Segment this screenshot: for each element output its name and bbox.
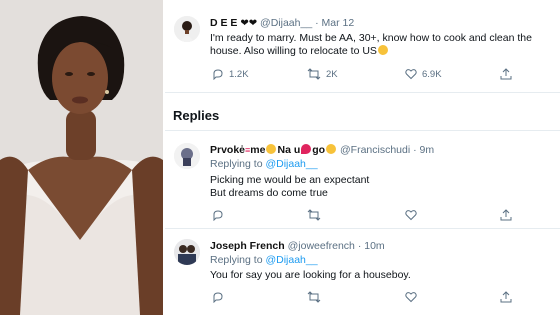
reply-tweet[interactable]: Joseph French @joweefrench · 10m Replyin…: [165, 229, 560, 315]
reply-count: 1.2K: [229, 68, 249, 80]
share-icon: [500, 291, 512, 303]
reply-button[interactable]: [212, 289, 224, 305]
separator-dot: ·: [315, 17, 319, 29]
tweet-header: D E E ❤❤ @Dijaah__ · Mar 12: [210, 17, 354, 29]
mention-link[interactable]: @Dijaah__: [265, 254, 317, 266]
reply-button[interactable]: 1.2K: [212, 66, 249, 82]
like-button[interactable]: 6.9K: [405, 66, 442, 82]
timestamp[interactable]: Mar 12: [322, 17, 355, 29]
like-count: 6.9K: [422, 68, 442, 80]
tweet-text-line: Picking me would be an expectant: [210, 174, 370, 186]
display-name[interactable]: Prvokė≡me Na u go: [210, 144, 337, 156]
reply-icon: [213, 292, 223, 303]
display-name-part: Na u: [277, 144, 301, 156]
avatar[interactable]: [174, 16, 200, 42]
handle[interactable]: @Francischudi: [340, 144, 410, 156]
timestamp[interactable]: 10m: [364, 240, 384, 252]
tweet-text: Picking me would be an expectant But dre…: [210, 174, 369, 200]
heart-icon: [405, 210, 417, 221]
like-button[interactable]: [405, 289, 417, 305]
avatar-image: [174, 143, 200, 169]
tweet-text-content: house. Also willing to relocate to US: [210, 45, 377, 57]
replying-to: Replying to @Dijaah__: [210, 254, 318, 266]
avatar-image: [174, 16, 200, 42]
retweet-button[interactable]: [307, 289, 321, 305]
profile-photo: [0, 0, 165, 315]
share-icon: [500, 68, 512, 80]
retweet-icon: [307, 291, 321, 303]
reply-icon: [213, 210, 223, 221]
display-name-part: Prvokė: [210, 144, 246, 156]
tweet-header: Prvokė≡me Na u go @Francischudi · 9m: [210, 144, 434, 156]
blood-drop-icon: [301, 144, 312, 154]
handle[interactable]: @Dijaah__: [260, 17, 312, 29]
separator-dot: ·: [413, 144, 417, 156]
handle[interactable]: @joweefrench: [288, 240, 355, 252]
replying-to-label: Replying to: [210, 254, 263, 266]
display-name-part: go: [312, 144, 326, 156]
tweet-actions: [210, 207, 540, 223]
like-button[interactable]: [405, 207, 417, 223]
tweet-text-line: But dreams do come true: [210, 187, 328, 199]
mention-link[interactable]: @Dijaah__: [265, 158, 317, 170]
woman-portrait-image: [0, 0, 163, 315]
black-heart-icon: ❤❤: [240, 18, 258, 29]
reply-button[interactable]: [212, 207, 224, 223]
tweet-text-line: house. Also willing to relocate to US: [210, 45, 532, 58]
replying-to: Replying to @Dijaah__: [210, 158, 318, 170]
avatar[interactable]: [174, 239, 200, 265]
tweet-text-line: You for say you are looking for a houseb…: [210, 269, 411, 281]
replying-to-label: Replying to: [210, 158, 263, 170]
main-tweet[interactable]: D E E ❤❤ @Dijaah__ · Mar 12 I'm ready to…: [165, 0, 560, 92]
tweet-text: I'm ready to marry. Must be AA, 30+, kno…: [210, 32, 532, 58]
share-button[interactable]: [500, 289, 512, 305]
retweet-count: 2K: [326, 68, 338, 80]
reply-icon: [213, 69, 223, 80]
heart-icon: [405, 69, 417, 80]
retweet-button[interactable]: [307, 207, 321, 223]
display-name[interactable]: Joseph French: [210, 240, 285, 252]
separator-dot: ·: [357, 240, 362, 252]
retweet-icon: [307, 209, 321, 221]
tweet-text-line: I'm ready to marry. Must be AA, 30+, kno…: [210, 32, 532, 44]
share-icon: [500, 209, 512, 221]
replies-heading: Replies: [173, 108, 220, 123]
grin-emoji-icon: [266, 144, 277, 154]
avatar[interactable]: [174, 143, 200, 169]
retweet-icon: [307, 68, 321, 80]
display-name-part: me: [250, 144, 266, 156]
tweet-actions: 1.2K 2K 6.9K: [210, 66, 540, 82]
crying-emoji-icon: [326, 144, 337, 154]
share-button[interactable]: [500, 66, 512, 82]
tweet-actions: [210, 289, 540, 305]
tweet-header: Joseph French @joweefrench · 10m: [210, 240, 385, 252]
avatar-image: [174, 239, 200, 265]
share-button[interactable]: [500, 207, 512, 223]
heart-icon: [405, 292, 417, 303]
timestamp[interactable]: 9m: [420, 144, 435, 156]
retweet-button[interactable]: 2K: [307, 66, 338, 82]
tweet-text: You for say you are looking for a houseb…: [210, 269, 411, 282]
reply-tweet[interactable]: Prvokė≡me Na u go @Francischudi · 9m Reply…: [165, 131, 560, 227]
tweet-thread: D E E ❤❤ @Dijaah__ · Mar 12 I'm ready to…: [165, 0, 560, 315]
display-name[interactable]: D E E: [210, 17, 237, 29]
grin-sweat-emoji-icon: [377, 45, 388, 55]
divider: [165, 92, 560, 93]
